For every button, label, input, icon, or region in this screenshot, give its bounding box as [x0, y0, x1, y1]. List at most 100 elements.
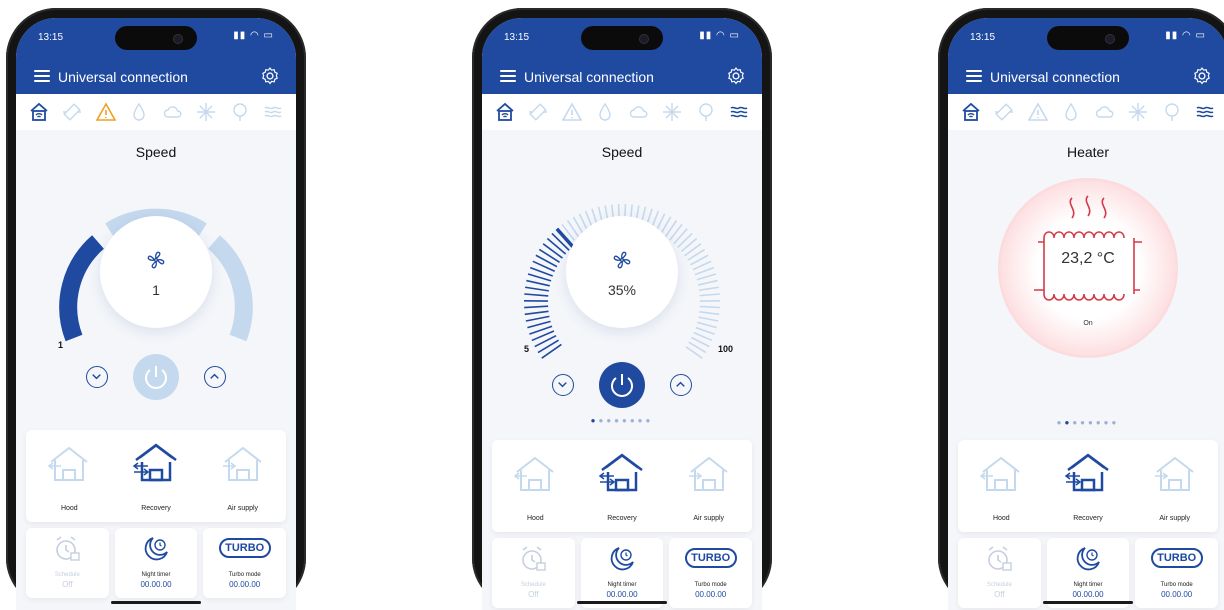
speed-up-button[interactable] [670, 374, 692, 396]
heat-exchanger-icon[interactable] [527, 101, 549, 123]
gauge-max-label: 100 [718, 344, 733, 354]
mode-hood[interactable]: Hood [958, 440, 1045, 532]
frost-icon[interactable] [195, 101, 217, 123]
home-wifi-icon[interactable] [28, 101, 50, 123]
schedule-tile[interactable]: Schedule Off [26, 528, 109, 598]
gauge-tick [697, 274, 716, 280]
night-timer-value: 00.00.00 [1047, 590, 1130, 599]
home-wifi-icon[interactable] [960, 101, 982, 123]
mode-air-supply[interactable]: Air supply [665, 440, 752, 532]
humidity-icon[interactable] [594, 101, 616, 123]
airflow-icon[interactable] [728, 101, 750, 123]
app-title: Universal connection [524, 69, 654, 85]
mode-air-supply[interactable]: Air supply [199, 430, 286, 522]
mode-hood[interactable]: Hood [26, 430, 113, 522]
gauge-tick [699, 287, 719, 290]
app-bar: 13:15 ▮▮ ◠ ▭ Universal connection [16, 18, 296, 94]
page-indicator: ●●●●●●●● [482, 416, 762, 425]
gauge-tick-active [525, 287, 549, 291]
air-supply-house-icon [219, 440, 267, 488]
heater-display[interactable]: 23,2 °C On [998, 178, 1178, 358]
heat-exchanger-icon[interactable] [61, 101, 83, 123]
schedule-tile[interactable]: Schedule Off [958, 538, 1041, 608]
warning-icon[interactable] [95, 101, 117, 123]
gauge-tick [699, 312, 719, 315]
power-button[interactable] [599, 362, 645, 408]
mode-label: Hood [492, 515, 579, 522]
speed-down-button[interactable] [86, 366, 108, 388]
status-icons: ▮▮ ◠ ▭ [233, 30, 274, 41]
turbo-value: 00.00.00 [203, 580, 286, 589]
mode-selector: Hood Recovery Air supply [492, 440, 752, 532]
turbo-badge: TURBO [219, 538, 271, 558]
airflow-icon[interactable] [1194, 101, 1216, 123]
phone-1: 13:15 ▮▮ ◠ ▭ Universal connection Speed [6, 8, 306, 608]
dynamic-island [581, 26, 663, 50]
status-time: 13:15 [38, 32, 63, 43]
airflow-icon[interactable] [262, 101, 284, 123]
page-indicator: ●●●●●●●● [948, 418, 1224, 427]
turbo-value: 00.00.00 [1135, 590, 1218, 599]
menu-icon[interactable] [500, 70, 516, 82]
menu-icon[interactable] [34, 70, 50, 82]
alarm-clock-icon [984, 544, 1014, 574]
schedule-value: Off [26, 580, 109, 589]
status-icons: ▮▮ ◠ ▭ [1165, 30, 1206, 41]
turbo-label: Turbo mode [203, 572, 286, 578]
heat-exchanger-icon[interactable] [993, 101, 1015, 123]
warning-icon[interactable] [1027, 101, 1049, 123]
turbo-value: 00.00.00 [669, 590, 752, 599]
content-area: Heater 23,2 °C On ●●●●●●●● [948, 130, 1224, 610]
co2-cloud-icon[interactable] [1094, 101, 1116, 123]
gear-icon[interactable] [726, 66, 746, 86]
heater-status: On [998, 320, 1178, 327]
mode-recovery[interactable]: Recovery [113, 430, 200, 522]
night-timer-tile[interactable]: Night timer 00.00.00 [115, 528, 198, 598]
co2-cloud-icon[interactable] [162, 101, 184, 123]
night-timer-tile[interactable]: Night timer 00.00.00 [1047, 538, 1130, 608]
mode-label: Recovery [113, 505, 200, 512]
turbo-tile[interactable]: TURBO Turbo mode 00.00.00 [203, 528, 286, 598]
night-timer-value: 00.00.00 [581, 590, 664, 599]
home-indicator [111, 601, 201, 604]
mode-hood[interactable]: Hood [492, 440, 579, 532]
mode-recovery[interactable]: Recovery [1045, 440, 1132, 532]
speed-up-button[interactable] [204, 366, 226, 388]
turbo-tile[interactable]: TURBO Turbo mode 00.00.00 [669, 538, 752, 608]
night-timer-value: 00.00.00 [115, 580, 198, 589]
filter-icon[interactable] [229, 101, 251, 123]
filter-icon[interactable] [695, 101, 717, 123]
frost-icon[interactable] [1127, 101, 1149, 123]
humidity-icon[interactable] [128, 101, 150, 123]
gear-icon[interactable] [260, 66, 280, 86]
night-timer-label: Night timer [581, 582, 664, 588]
co2-cloud-icon[interactable] [628, 101, 650, 123]
gear-icon[interactable] [1192, 66, 1212, 86]
menu-icon[interactable] [966, 70, 982, 82]
gauge-center [566, 216, 678, 328]
schedule-tile[interactable]: Schedule Off [492, 538, 575, 608]
warning-icon[interactable] [561, 101, 583, 123]
hood-house-icon [977, 450, 1025, 498]
mode-air-supply[interactable]: Air supply [1131, 440, 1218, 532]
speed-down-button[interactable] [552, 374, 574, 396]
gauge-segment-1 [68, 242, 98, 338]
night-timer-tile[interactable]: Night timer 00.00.00 [581, 538, 664, 608]
humidity-icon[interactable] [1060, 101, 1082, 123]
recovery-house-icon [132, 440, 180, 488]
alarm-clock-icon [52, 534, 82, 564]
moon-clock-icon [141, 534, 171, 564]
gauge-tick-active [524, 294, 548, 296]
schedule-value: Off [492, 590, 575, 599]
turbo-label: Turbo mode [1135, 582, 1218, 588]
section-title: Speed [482, 144, 762, 160]
gauge-tick [698, 281, 718, 285]
filter-icon[interactable] [1161, 101, 1183, 123]
mode-recovery[interactable]: Recovery [579, 440, 666, 532]
status-time: 13:15 [970, 32, 995, 43]
frost-icon[interactable] [661, 101, 683, 123]
power-button[interactable] [133, 354, 179, 400]
home-wifi-icon[interactable] [494, 101, 516, 123]
turbo-tile[interactable]: TURBO Turbo mode 00.00.00 [1135, 538, 1218, 608]
speed-value: 35% [566, 282, 678, 298]
